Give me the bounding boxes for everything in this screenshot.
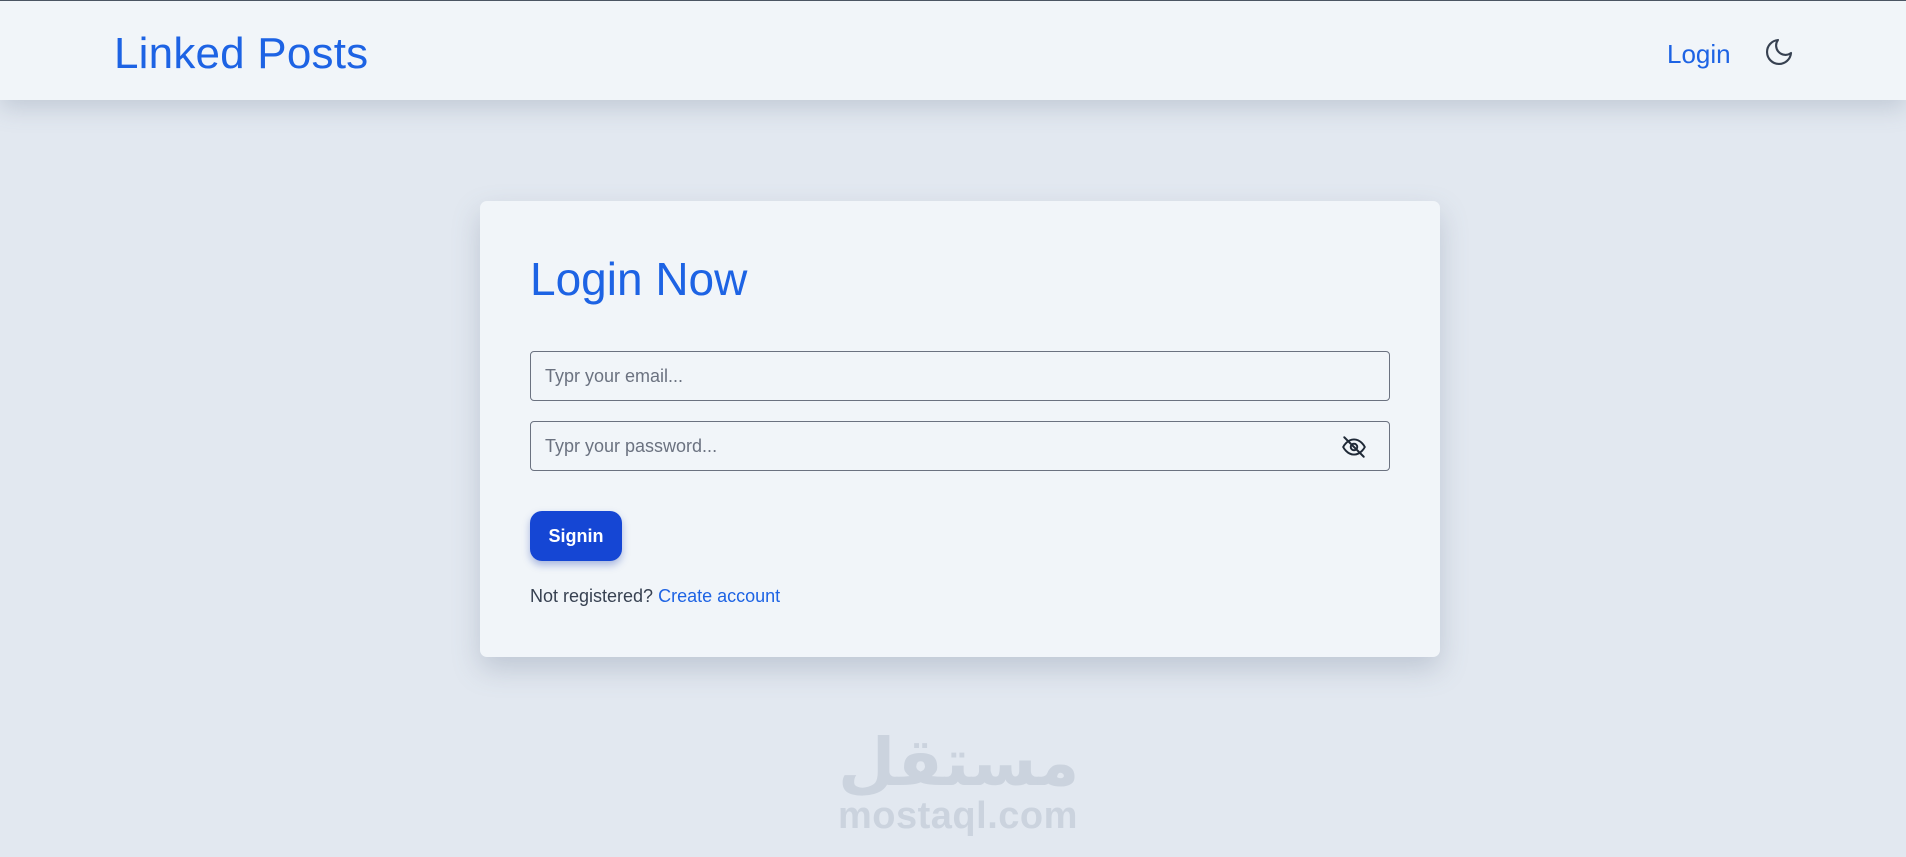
create-account-link[interactable]: Create account — [658, 586, 780, 606]
nav-login-link[interactable]: Login — [1667, 39, 1731, 69]
watermark-latin-text: mostaql.com — [838, 795, 1078, 837]
navbar: Linked Posts Login — [0, 0, 1906, 100]
watermark-arabic-text: مستقل — [838, 724, 1080, 801]
email-input[interactable] — [531, 352, 1389, 400]
brand-logo-link[interactable]: Linked Posts — [114, 28, 368, 80]
register-prompt-text: Not registered? — [530, 586, 654, 606]
password-input[interactable] — [531, 422, 1389, 470]
email-field-wrapper — [530, 351, 1390, 401]
eye-off-icon[interactable] — [1341, 434, 1367, 460]
register-prompt-line: Not registered? Create account — [530, 585, 780, 607]
login-card: Login Now Signin Not registered? Create … — [480, 201, 1440, 657]
moon-icon — [1766, 38, 1793, 65]
login-title: Login Now — [530, 253, 748, 305]
theme-toggle-button[interactable] — [1762, 35, 1796, 69]
page: Linked Posts Login Login Now Signin Not … — [0, 0, 1906, 857]
signin-button[interactable]: Signin — [530, 511, 622, 561]
password-field-wrapper — [530, 421, 1390, 471]
watermark-logo: مستقل mostaql.com — [838, 724, 1080, 837]
